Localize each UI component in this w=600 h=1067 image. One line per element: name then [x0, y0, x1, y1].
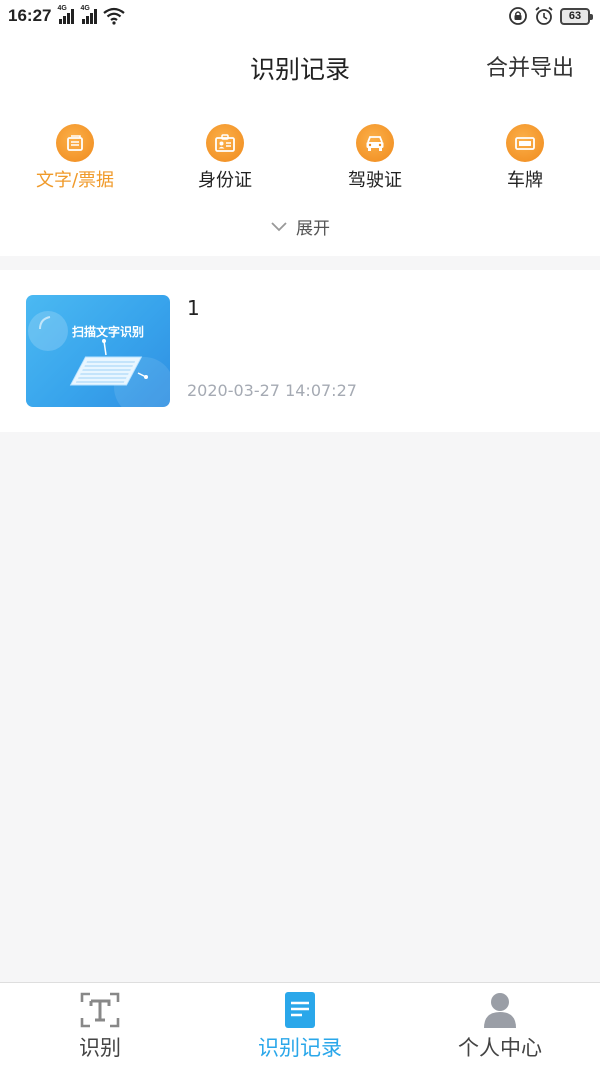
nav-records[interactable]: 识别记录 — [200, 991, 400, 1062]
record-timestamp: 2020-03-27 14:07:27 — [187, 381, 357, 400]
status-time: 16:27 — [8, 6, 52, 25]
nav-label: 个人中心 — [458, 1036, 542, 1060]
status-right: 63 — [508, 6, 593, 26]
expand-toggle[interactable]: 展开 — [0, 214, 600, 239]
text-scan-icon — [80, 991, 120, 1029]
list-item[interactable]: 扫描文字识别 1 2020-03-27 14:07:27 — [0, 270, 600, 432]
signal-icon: 4G — [80, 5, 98, 24]
alarm-icon — [535, 6, 553, 25]
signal-label: 4G — [57, 5, 67, 12]
category-id-card[interactable]: 身份证 — [165, 124, 285, 192]
nav-personal-center[interactable]: 个人中心 — [400, 991, 600, 1062]
category-label: 车牌 — [507, 170, 543, 191]
nav-label: 识别 — [79, 1036, 121, 1060]
status-bar: 16:27 4G 4G 63 — [0, 0, 600, 32]
license-plate-icon — [506, 124, 544, 162]
id-card-icon — [206, 124, 244, 162]
battery-icon: 63 — [560, 7, 593, 25]
record-list: 扫描文字识别 1 2020-03-27 14:07:27 — [0, 270, 600, 432]
status-left: 16:27 4G 4G — [8, 5, 126, 26]
header: 识别记录 合并导出 — [0, 32, 600, 102]
document-icon — [56, 124, 94, 162]
category-text-receipt[interactable]: 文字/票据 — [15, 124, 135, 192]
signal-label: 4G — [80, 5, 90, 12]
nav-label: 识别记录 — [258, 1036, 342, 1060]
scan-illustration-icon: 扫描文字识别 — [28, 311, 170, 407]
records-icon — [280, 991, 320, 1029]
category-driver-license[interactable]: 驾驶证 — [315, 124, 435, 192]
person-icon — [480, 991, 520, 1029]
expand-label: 展开 — [296, 219, 330, 239]
bottom-nav: 识别 识别记录 个人中心 — [0, 982, 600, 1067]
lock-rotation-icon — [509, 7, 527, 25]
category-bar: 文字/票据 身份证 驾驶证 车牌 展开 — [0, 102, 600, 256]
record-title: 1 — [187, 296, 200, 320]
chevron-down-icon — [271, 221, 287, 231]
category-label: 身份证 — [198, 170, 252, 191]
nav-recognize[interactable]: 识别 — [0, 991, 200, 1062]
category-label: 文字/票据 — [35, 170, 115, 191]
signal-icon: 4G — [57, 5, 75, 24]
category-license-plate[interactable]: 车牌 — [465, 124, 585, 192]
wifi-icon — [103, 7, 126, 25]
record-thumbnail: 扫描文字识别 — [26, 295, 170, 407]
thumbnail-text: 扫描文字识别 — [72, 324, 144, 339]
category-label: 驾驶证 — [348, 170, 402, 191]
car-icon — [356, 124, 394, 162]
merge-export-button[interactable]: 合并导出 — [486, 50, 574, 82]
